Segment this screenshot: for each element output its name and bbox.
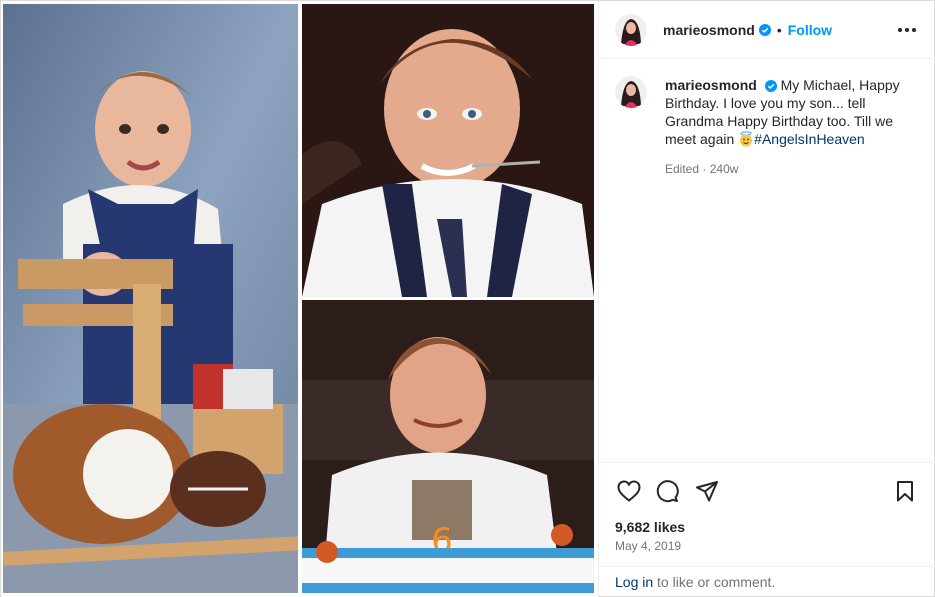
paper-plane-icon[interactable] [693,477,721,505]
edited-label: Edited [665,162,700,176]
username[interactable]: marieosmond [663,22,755,38]
heart-icon[interactable] [615,477,643,505]
login-link[interactable]: Log in [615,574,653,590]
likes-count[interactable]: 9,682 likes [615,519,685,535]
caption-meta: Edited · 240w [665,160,915,178]
caption: marieosmond My Michael, Happy Birthday. … [615,76,919,178]
post-dialog: 6 marieosmond • Follow marieosmond My Mi… [0,0,935,597]
meta-separator: · [702,162,707,176]
follow-button[interactable]: Follow [788,22,832,38]
verified-badge-icon [758,23,771,36]
avatar[interactable] [615,13,647,46]
angel-emoji-icon [740,131,753,147]
post-side-panel: marieosmond • Follow marieosmond My Mich… [598,1,935,597]
post-date[interactable]: May 4, 2019 [615,539,681,553]
photo-boy-with-birthday-cake: 6 [302,300,594,593]
caption-avatar[interactable] [615,76,647,108]
separator-dot: • [776,21,782,38]
caption-text: marieosmond My Michael, Happy Birthday. … [665,76,915,178]
post-header: marieosmond • Follow [599,1,935,59]
login-prompt: Log in to like or comment. [599,566,935,597]
photo-toddler-in-tie [302,4,594,297]
photo-baby-with-baseball-glove [3,4,298,593]
bookmark-icon[interactable] [891,477,919,505]
action-icons [615,477,919,505]
more-options-icon[interactable] [895,18,919,42]
post-age[interactable]: 240w [710,162,739,176]
comments-section: marieosmond My Michael, Happy Birthday. … [599,60,935,462]
comment-icon[interactable] [653,477,681,505]
caption-username[interactable]: marieosmond [665,77,757,93]
login-prompt-text: to like or comment. [653,574,776,590]
verified-badge-icon [764,80,777,93]
hashtag-link[interactable]: #AngelsInHeaven [754,131,865,147]
post-media[interactable]: 6 [2,2,598,597]
actions-area: 9,682 likes May 4, 2019 [599,462,935,566]
